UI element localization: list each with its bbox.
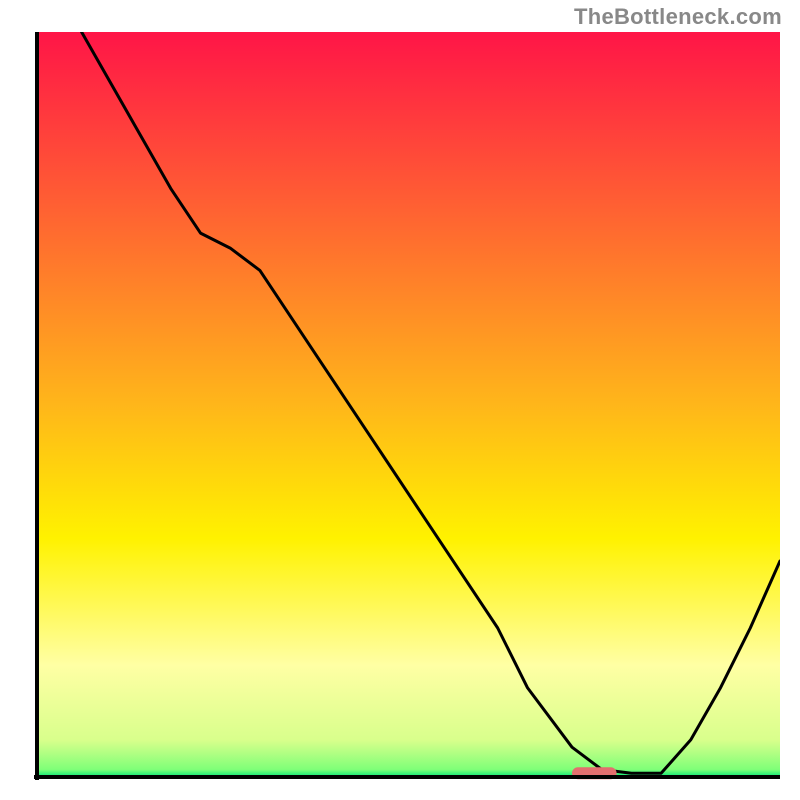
bottleneck-chart <box>34 32 780 780</box>
watermark-text: TheBottleneck.com <box>574 4 782 30</box>
chart-background <box>37 32 780 777</box>
